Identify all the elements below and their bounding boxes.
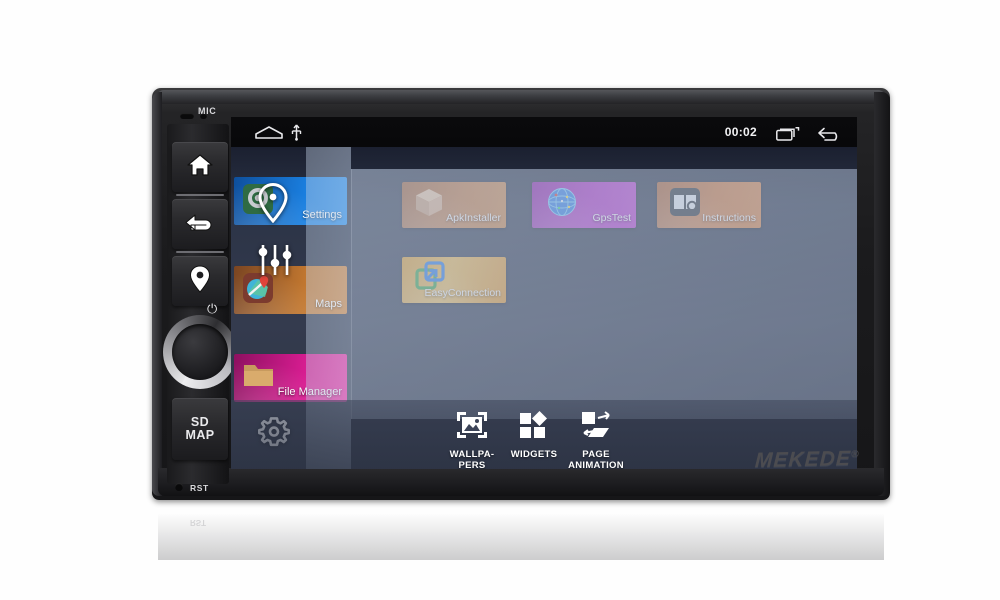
home-outline-icon[interactable] [255,126,283,144]
app-tile-instructions[interactable]: Instructions [657,182,761,228]
dock-item-page-animation[interactable]: PAGE ANIMATION [553,409,639,469]
dock-item-widgets-line1: WIDGETS [510,448,558,460]
lcd-screen[interactable]: 00:02 Settings Maps File Manager ApkInst… [231,117,857,469]
navigation-hard-button[interactable] [172,256,228,306]
status-bar-clock: 00:02 [724,125,757,139]
folder-icon [242,360,276,395]
chassis-top-bevel [156,90,886,104]
app-tile-file-manager[interactable]: File Manager [234,354,347,402]
app-tile-instructions-label: Instructions [702,212,756,224]
reflection-reset-label: RST [190,518,206,527]
home-icon [186,152,214,183]
sd-label: SD [190,414,210,429]
reset-label: RST [190,483,209,493]
app-tile-apkinstaller-label: ApkInstaller [446,212,501,224]
recents-icon[interactable] [776,127,800,146]
button-separator-2 [176,251,224,253]
widgets-icon [517,409,551,450]
left-app-column: Settings Maps File Manager [231,147,347,437]
android-status-bar: 00:02 [231,117,857,147]
usb-icon [290,123,303,146]
panel-divider [351,169,352,419]
app-tile-settings-label: Settings [302,209,342,221]
mic-label: MIC [198,106,217,116]
home-hard-button[interactable] [172,142,228,192]
knob-center[interactable] [172,324,228,380]
surface-reflection [158,500,884,560]
wallpaper-icon [455,409,489,450]
back-hard-button[interactable] [172,199,228,249]
brand-logo: MEKEDE® [754,447,860,473]
brand-registered-mark: ® [850,448,860,461]
app-tile-easyconnection[interactable]: EasyConnection [402,257,506,303]
dock-item-page-animation-line2: ANIMATION [568,459,624,469]
equalizer-sliders-overlay-icon[interactable] [257,243,293,282]
mic-hole-left [180,113,194,119]
book-icon [669,187,701,222]
back-arrow-icon [185,210,215,239]
power-icon: ⏻ [207,301,218,316]
page-animation-icon [578,409,614,450]
location-pin-overlay-icon[interactable] [258,182,288,228]
screenshot-root: MIC ⏻ SD MAP RST 00:02 Settings Maps Fil… [0,0,1000,600]
chassis-right-edge [874,92,890,496]
app-tile-file-manager-label: File Manager [277,386,342,398]
reset-button[interactable] [175,483,183,491]
app-tile-easyconnection-label: EasyConnection [424,287,501,299]
app-tile-maps-label: Maps [315,298,342,310]
sd-map-slot[interactable]: SD MAP [172,398,228,460]
dock-item-wallpapers-line2: PERS [458,459,486,469]
package-box-icon [414,187,444,224]
app-tile-settings[interactable]: Settings [234,177,347,225]
app-tile-apkinstaller[interactable]: ApkInstaller [402,182,506,228]
chassis-left-edge [152,92,162,496]
brand-name: MEKEDE [754,447,852,473]
map-pin-icon [189,264,211,298]
button-separator-1 [176,194,224,196]
globe-icon [546,186,578,223]
launcher-desktop: Settings Maps File Manager ApkInstaller … [231,147,857,469]
map-label: MAP [185,428,215,442]
app-tile-gpstest-label: GpsTest [592,212,631,224]
back-icon[interactable] [817,126,843,147]
app-tile-gpstest[interactable]: GpsTest [532,182,636,228]
